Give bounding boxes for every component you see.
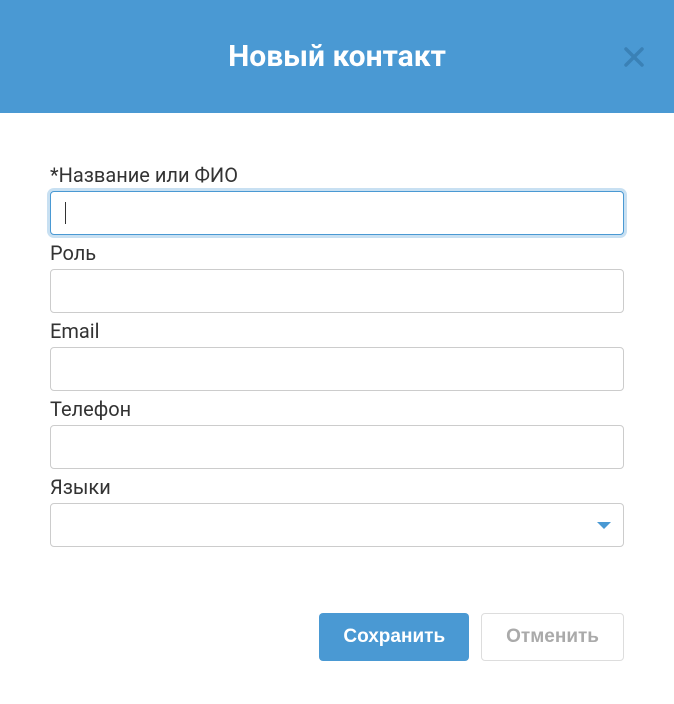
save-button[interactable]: Сохранить	[319, 613, 469, 661]
form-group-email: Email	[50, 319, 624, 391]
role-input[interactable]	[50, 269, 624, 313]
new-contact-modal: Новый контакт *Название или ФИО Роль Ema…	[0, 0, 674, 701]
languages-select[interactable]	[50, 503, 624, 547]
close-icon[interactable]	[622, 45, 646, 69]
phone-input[interactable]	[50, 425, 624, 469]
languages-label: Языки	[50, 475, 624, 499]
form-group-phone: Телефон	[50, 397, 624, 469]
form-group-name: *Название или ФИО	[50, 163, 624, 235]
form-group-languages: Языки	[50, 475, 624, 547]
name-input[interactable]	[50, 191, 624, 235]
modal-title: Новый контакт	[228, 39, 446, 74]
role-label: Роль	[50, 241, 624, 265]
email-input[interactable]	[50, 347, 624, 391]
form-group-role: Роль	[50, 241, 624, 313]
chevron-down-icon	[597, 522, 611, 529]
modal-body: *Название или ФИО Роль Email Телефон Язы…	[0, 113, 674, 583]
name-label: *Название или ФИО	[50, 163, 624, 187]
cancel-button[interactable]: Отменить	[481, 613, 624, 661]
email-label: Email	[50, 319, 624, 343]
text-cursor	[65, 202, 66, 224]
modal-footer: Сохранить Отменить	[0, 583, 674, 701]
phone-label: Телефон	[50, 397, 624, 421]
modal-header: Новый контакт	[0, 0, 674, 113]
